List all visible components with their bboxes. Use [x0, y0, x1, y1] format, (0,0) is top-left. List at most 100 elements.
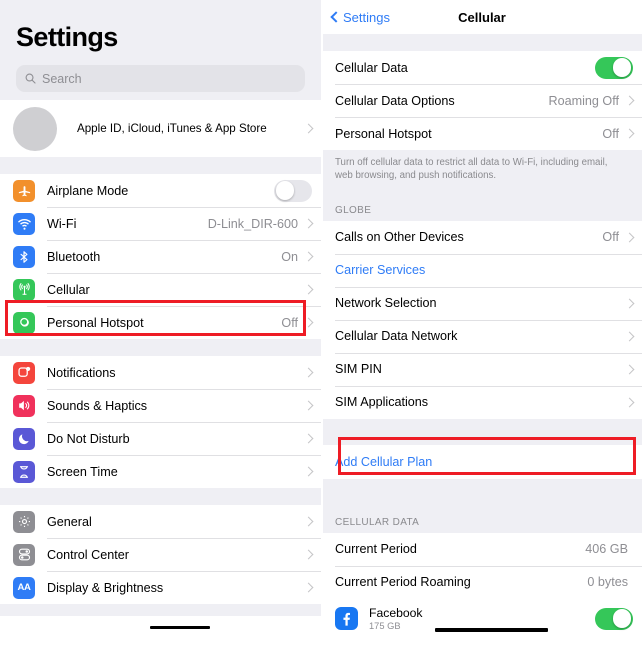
sidebar-item-general[interactable]: General [0, 505, 321, 538]
row-sim-pin[interactable]: SIM PIN [322, 352, 642, 386]
back-chevron-icon [330, 11, 342, 23]
redaction-bar-display [150, 626, 210, 630]
cellular-data-toggle[interactable] [595, 56, 633, 79]
search-placeholder: Search [42, 71, 82, 86]
sidebar-item-label: Notifications [47, 365, 116, 380]
row-cellular-data-network[interactable]: Cellular Data Network [322, 319, 642, 353]
sidebar-item-cellular[interactable]: Cellular [0, 273, 321, 306]
chevron-right-icon [624, 128, 635, 139]
row-label: Current Period [335, 542, 417, 557]
row-add-cellular-plan[interactable]: Add Cellular Plan [322, 444, 642, 479]
bluetooth-status-value: On [281, 249, 298, 264]
toggle-knob [612, 609, 632, 629]
chevron-right-icon [303, 317, 314, 328]
sidebar-item-do-not-disturb[interactable]: Do Not Disturb [0, 422, 321, 455]
sidebar-item-label: Cellular [47, 282, 90, 297]
chevron-right-icon [303, 218, 314, 229]
row-sim-applications[interactable]: SIM Applications [322, 385, 642, 419]
chevron-right-icon [624, 95, 635, 106]
row-personal-hotspot[interactable]: Personal Hotspot Off [322, 117, 642, 150]
sidebar-item-airplane-mode[interactable]: Airplane Mode [0, 174, 321, 207]
settings-header: Settings Search [0, 0, 321, 100]
sidebar-item-label: Control Center [47, 547, 129, 562]
sidebar-item-label: Wi-Fi [47, 216, 77, 231]
row-current-period[interactable]: Current Period 406 GB [322, 532, 642, 566]
display-icon: AA [13, 576, 35, 599]
chevron-right-icon [624, 232, 635, 243]
apple-id-row[interactable]: Apple ID, iCloud, iTunes & App Store [0, 100, 321, 157]
group-separator [322, 418, 642, 445]
sidebar-item-label: Screen Time [47, 464, 118, 479]
chevron-right-icon [624, 331, 635, 342]
hourglass-icon [13, 460, 35, 483]
group-separator [0, 604, 321, 616]
chevron-right-icon [303, 516, 314, 527]
search-icon [25, 73, 36, 84]
back-button[interactable]: Settings [330, 10, 390, 25]
sidebar-item-control-center[interactable]: Control Center [0, 538, 321, 571]
facebook-icon [335, 607, 358, 631]
group-separator [0, 488, 321, 505]
row-value: Off [602, 230, 619, 245]
row-label: Cellular Data Network [335, 329, 458, 344]
cellular-data-group: Cellular Data Cellular Data Options Roam… [322, 51, 642, 150]
chevron-right-icon [303, 582, 314, 593]
row-label: Cellular Data [335, 60, 408, 75]
usage-group: Current Period 406 GB Current Period Roa… [322, 532, 642, 639]
toggle-knob [275, 181, 295, 200]
sidebar-item-label: General [47, 514, 92, 529]
row-network-selection[interactable]: Network Selection [322, 286, 642, 320]
airplane-mode-toggle[interactable] [274, 179, 312, 202]
sidebar-item-wifi[interactable]: Wi-Fi D-Link_DIR-600 [0, 207, 321, 240]
row-current-period-roaming[interactable]: Current Period Roaming 0 bytes [322, 565, 642, 599]
cellular-detail-screen: Settings Cellular Cellular Data Cellular… [321, 0, 642, 649]
sidebar-item-display-brightness[interactable]: AA Display & Brightness [0, 571, 321, 604]
row-label: Cellular Data Options [335, 93, 455, 108]
sidebar-item-screen-time[interactable]: Screen Time [0, 455, 321, 488]
notifications-icon [13, 361, 35, 384]
add-cellular-plan-label: Add Cellular Plan [335, 454, 433, 469]
cellular-data-footnote: Turn off cellular data to restrict all d… [322, 150, 642, 193]
row-cellular-data[interactable]: Cellular Data [322, 51, 642, 84]
row-label: Network Selection [335, 296, 437, 311]
sidebar-item-bluetooth[interactable]: Bluetooth On [0, 240, 321, 273]
row-label: Current Period Roaming [335, 575, 471, 590]
sidebar-item-personal-hotspot[interactable]: Personal Hotspot Off [0, 306, 321, 339]
carrier-section-header: GLOBE [322, 192, 642, 221]
row-value: 0 bytes [587, 575, 628, 590]
chevron-right-icon [303, 123, 314, 134]
row-calls-on-other-devices[interactable]: Calls on Other Devices Off [322, 220, 642, 254]
chevron-right-icon [303, 367, 314, 378]
airplane-icon [13, 179, 35, 202]
chevron-right-icon [624, 364, 635, 375]
chevron-right-icon [303, 549, 314, 560]
chevron-right-icon [303, 284, 314, 295]
app-row-facebook[interactable]: Facebook 175 GB [322, 598, 642, 639]
carrier-group: Calls on Other Devices Off Carrier Servi… [322, 220, 642, 419]
facebook-cellular-toggle[interactable] [595, 607, 633, 630]
sidebar-item-notifications[interactable]: Notifications [0, 356, 321, 389]
sidebar-item-label: Sounds & Haptics [47, 398, 148, 413]
group-separator [0, 339, 321, 356]
chevron-right-icon [303, 251, 314, 262]
sidebar-item-label: Do Not Disturb [47, 431, 130, 446]
sidebar-item-sounds-haptics[interactable]: Sounds & Haptics [0, 389, 321, 422]
row-carrier-services[interactable]: Carrier Services [322, 253, 642, 287]
settings-list-screen: Settings Search Apple ID, iCloud, iTunes… [0, 0, 321, 649]
row-cellular-data-options[interactable]: Cellular Data Options Roaming Off [322, 84, 642, 117]
dual-screenshot: Settings Search Apple ID, iCloud, iTunes… [0, 0, 642, 649]
page-title: Settings [16, 22, 118, 52]
hotspot-status-value: Off [281, 315, 298, 330]
sidebar-item-label: Airplane Mode [47, 183, 129, 198]
moon-icon [13, 427, 35, 450]
usage-section-header: CELLULAR DATA [322, 478, 642, 533]
connectivity-group: Airplane Mode Wi-Fi D-Link_DIR-600 Bluet… [0, 174, 321, 339]
wifi-icon [13, 212, 35, 235]
bluetooth-icon [13, 245, 35, 268]
apple-id-label: Apple ID, iCloud, iTunes & App Store [77, 122, 267, 135]
sidebar-item-label: Personal Hotspot [47, 315, 144, 330]
row-value: Roaming Off [548, 93, 619, 108]
chevron-right-icon [303, 433, 314, 444]
search-input[interactable]: Search [16, 65, 305, 92]
group-separator [322, 34, 642, 51]
